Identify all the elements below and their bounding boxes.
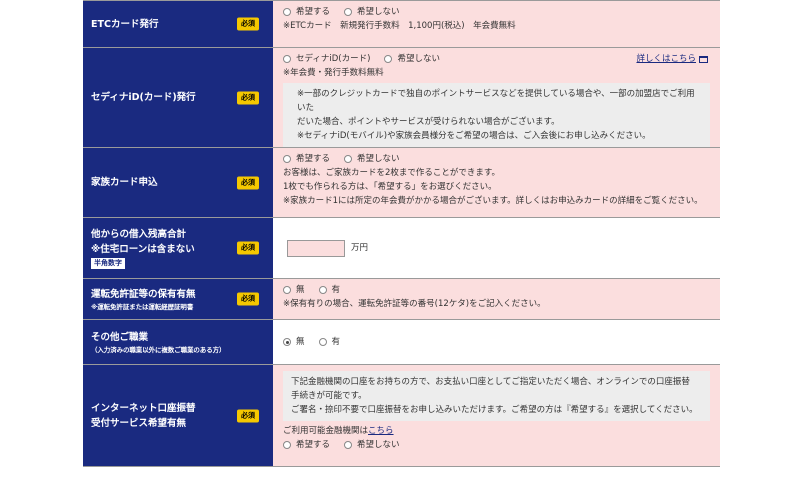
license-label-cell: 運転免許証等の保有有無 ※運転免許証または運転経歴証明書 必須 bbox=[83, 279, 273, 319]
job-label: その他ご職業 bbox=[91, 331, 149, 343]
borrow-unit: 万円 bbox=[351, 243, 369, 253]
borrow-row: 他からの借入残高合計 ※住宅ローンは含まない 半角数字 必須 万円 bbox=[83, 218, 720, 279]
job-sub-label: （入力済みの職業以外に複数ご職業のある方） bbox=[91, 345, 226, 354]
family-line: 1枚でも作られる方は、「希望する」をお選びください。 bbox=[283, 182, 497, 192]
etc-radio-group: 希望する 希望しない bbox=[283, 5, 710, 19]
required-badge: 必須 bbox=[237, 409, 259, 422]
family-option-no[interactable]: 希望しない bbox=[344, 152, 400, 166]
etc-label-cell: ETCカード発行 必須 bbox=[83, 1, 273, 47]
family-line: ※家族カード1には所定の年会費がかかる場合がございます。詳しくはお申込みカードの… bbox=[283, 196, 703, 206]
radio-circle-icon[interactable] bbox=[283, 55, 291, 63]
radio-circle-icon[interactable] bbox=[384, 55, 393, 63]
new-window-icon bbox=[699, 55, 708, 63]
etc-row: ETCカード発行 必須 希望する 希望しない ※ETCカード 新規発行手数料 1… bbox=[83, 0, 720, 48]
netbank-value-cell: 下記金融機関の口座をお持ちの方で、お支払い口座としてご指定いただく場合、オンライ… bbox=[273, 365, 720, 466]
netbank-info-box: 下記金融機関の口座をお持ちの方で、お支払い口座としてご指定いただく場合、オンライ… bbox=[283, 371, 710, 421]
job-option-yes[interactable]: 有 bbox=[318, 335, 340, 349]
borrow-value-cell: 万円 bbox=[273, 218, 720, 278]
radio-circle-icon[interactable] bbox=[344, 155, 353, 163]
sedina-option-no[interactable]: 希望しない bbox=[384, 52, 440, 66]
netbank-row: インターネット口座振替 受付サービス希望有無 必須 下記金融機関の口座をお持ちの… bbox=[83, 365, 720, 467]
sedina-detail-link[interactable]: 詳しくはこちら bbox=[636, 52, 708, 66]
netbank-option-no[interactable]: 希望しない bbox=[344, 438, 400, 452]
radio-circle-icon[interactable] bbox=[344, 441, 353, 449]
borrow-label-cell: 他からの借入残高合計 ※住宅ローンは含まない 半角数字 必須 bbox=[83, 218, 273, 278]
radio-circle-icon[interactable] bbox=[283, 155, 291, 163]
sedina-note: ※年会費・発行手数料無料 bbox=[283, 68, 384, 78]
radio-circle-icon[interactable] bbox=[318, 338, 327, 346]
license-row: 運転免許証等の保有有無 ※運転免許証または運転経歴証明書 必須 無 有 ※保有有… bbox=[83, 279, 720, 320]
radio-circle-selected-icon[interactable] bbox=[283, 338, 291, 346]
radio-circle-icon[interactable] bbox=[318, 286, 327, 294]
required-badge: 必須 bbox=[237, 292, 259, 306]
borrow-label: 他からの借入残高合計 bbox=[91, 229, 187, 240]
etc-value-cell: 希望する 希望しない ※ETCカード 新規発行手数料 1,100円(税込) 年会… bbox=[273, 1, 720, 47]
family-row: 家族カード申込 必須 希望する 希望しない お客様は、ご家族カードを2枚まで作る… bbox=[83, 148, 720, 218]
required-badge: 必須 bbox=[237, 91, 259, 104]
job-radio-group: 無 有 bbox=[283, 335, 340, 349]
sedina-row: セディナiD(カード)発行 必須 セディナiD(カード) 希望しない 詳しくはこ… bbox=[83, 48, 720, 148]
family-radio-group: 希望する 希望しない bbox=[283, 152, 710, 166]
netbank-option-yes[interactable]: 希望する bbox=[283, 438, 330, 452]
sedina-info-box: ※一部のクレジットカードで独自のポイントサービスなどを提供している場合や、一部の… bbox=[283, 83, 710, 147]
radio-circle-icon[interactable] bbox=[283, 8, 291, 16]
etc-option-no[interactable]: 希望しない bbox=[344, 5, 400, 19]
job-label-cell: その他ご職業 （入力済みの職業以外に複数ご職業のある方） bbox=[83, 320, 273, 364]
required-badge: 必須 bbox=[237, 176, 259, 189]
netbank-radio-group: 希望する 希望しない bbox=[283, 438, 710, 452]
netbank-available-line: ご利用可能金融機関はこちら bbox=[283, 426, 394, 436]
etc-note: ※ETCカード 新規発行手数料 1,100円(税込) 年会費無料 bbox=[283, 21, 516, 31]
sedina-option-card[interactable]: セディナiD(カード) bbox=[283, 52, 370, 66]
family-line: お客様は、ご家族カードを2枚まで作ることができます。 bbox=[283, 168, 501, 178]
license-option-no[interactable]: 無 bbox=[283, 283, 305, 297]
license-note: ※保有有りの場合、運転免許証等の番号(12ケタ)をご記入ください。 bbox=[283, 299, 546, 309]
radio-circle-icon[interactable] bbox=[283, 286, 291, 294]
etc-option-yes[interactable]: 希望する bbox=[283, 5, 330, 19]
sedina-label-cell: セディナiD(カード)発行 必須 bbox=[83, 48, 273, 147]
license-value-cell: 無 有 ※保有有りの場合、運転免許証等の番号(12ケタ)をご記入ください。 bbox=[273, 279, 720, 319]
netbank-label-cell: インターネット口座振替 受付サービス希望有無 必須 bbox=[83, 365, 273, 466]
sedina-value-cell: セディナiD(カード) 希望しない 詳しくはこちら ※年会費・発行手数料無料 ※… bbox=[273, 48, 720, 147]
available-institutions-link[interactable]: こちら bbox=[368, 426, 394, 436]
license-radio-group: 無 有 bbox=[283, 283, 710, 297]
required-badge: 必須 bbox=[237, 17, 259, 31]
job-row: その他ご職業 （入力済みの職業以外に複数ご職業のある方） 無 有 bbox=[83, 320, 720, 365]
job-value-cell: 無 有 bbox=[273, 320, 720, 364]
family-option-yes[interactable]: 希望する bbox=[283, 152, 330, 166]
license-option-yes[interactable]: 有 bbox=[318, 283, 340, 297]
radio-circle-icon[interactable] bbox=[283, 441, 291, 449]
family-value-cell: 希望する 希望しない お客様は、ご家族カードを2枚まで作ることができます。 1枚… bbox=[273, 148, 720, 217]
application-form-table: ETCカード発行 必須 希望する 希望しない ※ETCカード 新規発行手数料 1… bbox=[83, 0, 720, 467]
borrow-amount-input[interactable] bbox=[287, 239, 345, 257]
family-label-cell: 家族カード申込 必須 bbox=[83, 148, 273, 217]
radio-circle-icon[interactable] bbox=[344, 8, 353, 16]
required-badge: 必須 bbox=[237, 241, 259, 255]
job-option-no[interactable]: 無 bbox=[283, 335, 305, 349]
half-width-number-tag: 半角数字 bbox=[91, 258, 125, 269]
